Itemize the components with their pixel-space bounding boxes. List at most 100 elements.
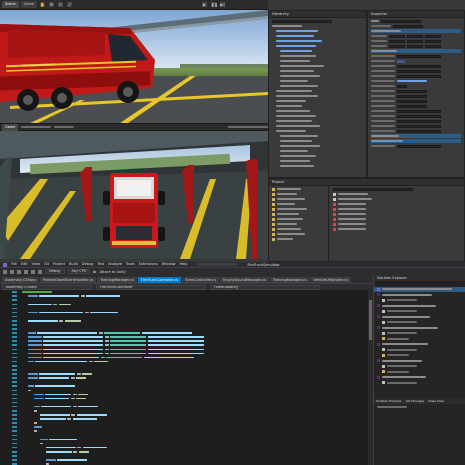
- menu-git[interactable]: Git: [44, 262, 49, 267]
- hierarchy-item[interactable]: [272, 114, 363, 118]
- menu-debug[interactable]: Debug: [82, 262, 94, 267]
- physical-camera-toggle[interactable]: [397, 84, 407, 88]
- folder-item[interactable]: [272, 222, 325, 226]
- occlusion-culling-toggle[interactable]: [397, 119, 441, 123]
- move-tool-icon[interactable]: ✥: [48, 1, 56, 8]
- camera-header[interactable]: [371, 50, 397, 52]
- display-dropdown[interactable]: [21, 126, 52, 128]
- scale-tool-icon[interactable]: ⤢: [66, 1, 74, 8]
- viewport-rect[interactable]: [397, 99, 427, 103]
- hierarchy-item[interactable]: [272, 34, 363, 38]
- save-all-icon[interactable]: [24, 269, 28, 274]
- step-button[interactable]: ▶|: [219, 1, 226, 8]
- hierarchy-item[interactable]: [272, 129, 363, 133]
- hierarchy-item[interactable]: [272, 99, 363, 103]
- hierarchy-item[interactable]: [272, 164, 363, 168]
- nav-member-dropdown[interactable]: FixedUpdate(): [210, 284, 320, 290]
- file-item[interactable]: [333, 192, 461, 196]
- hierarchy-item[interactable]: [272, 89, 363, 93]
- hierarchy-item[interactable]: [272, 139, 363, 143]
- hierarchy-item[interactable]: [272, 24, 363, 28]
- folder-item[interactable]: [272, 237, 325, 241]
- menu-test[interactable]: Test: [97, 262, 104, 267]
- hierarchy-item[interactable]: [272, 29, 363, 33]
- hierarchy-item[interactable]: [272, 59, 363, 63]
- pause-button[interactable]: ❚❚: [210, 1, 218, 8]
- hierarchy-item[interactable]: [272, 54, 363, 58]
- file-item[interactable]: [333, 212, 461, 216]
- audio-listener-header[interactable]: [371, 135, 399, 137]
- platform-dropdown[interactable]: Any CPU: [67, 269, 91, 274]
- clipping-near[interactable]: [397, 89, 427, 93]
- menu-analyze[interactable]: Analyze: [108, 262, 122, 267]
- msaa-dropdown[interactable]: [397, 129, 441, 133]
- hierarchy-item[interactable]: [272, 74, 363, 78]
- file-item[interactable]: [333, 222, 461, 226]
- tab-game[interactable]: Game: [20, 1, 38, 8]
- undo-icon[interactable]: [31, 269, 35, 274]
- menu-tools[interactable]: Tools: [126, 262, 135, 267]
- background-color-swatch[interactable]: [397, 59, 405, 63]
- redo-icon[interactable]: [38, 269, 42, 274]
- hierarchy-item[interactable]: [272, 144, 363, 148]
- folder-item[interactable]: [272, 197, 325, 201]
- back-icon[interactable]: [3, 269, 7, 274]
- project-search[interactable]: [333, 187, 413, 191]
- file-item[interactable]: [333, 197, 461, 201]
- folder-item[interactable]: [272, 202, 325, 206]
- transform-header[interactable]: [371, 30, 401, 32]
- menu-project[interactable]: Project: [53, 262, 65, 267]
- tab-game-lower[interactable]: Game: [2, 123, 19, 131]
- nav-project-dropdown[interactable]: Assembly-CSharp: [2, 284, 92, 290]
- file-item[interactable]: [333, 207, 461, 211]
- scrollbar-thumb[interactable]: [369, 300, 372, 340]
- hierarchy-item[interactable]: [272, 119, 363, 123]
- depth-field[interactable]: [397, 104, 427, 108]
- solution-search[interactable]: [377, 282, 457, 286]
- position-z[interactable]: [425, 34, 441, 38]
- folder-item[interactable]: [272, 187, 325, 191]
- menu-file[interactable]: File: [11, 262, 17, 267]
- tag-dropdown[interactable]: [393, 24, 423, 28]
- folder-item[interactable]: [272, 207, 325, 211]
- rendering-path-dropdown[interactable]: [397, 109, 441, 113]
- clipping-far[interactable]: [397, 94, 427, 98]
- menu-edit[interactable]: Edit: [21, 262, 28, 267]
- tab-scene[interactable]: Scene: [2, 1, 19, 8]
- code-editor[interactable]: [0, 290, 373, 465]
- folder-item[interactable]: [272, 217, 325, 221]
- folder-item[interactable]: [272, 192, 325, 196]
- culling-mask-dropdown[interactable]: [397, 64, 441, 68]
- fov-axis-dropdown[interactable]: [397, 74, 441, 78]
- projection-dropdown[interactable]: [397, 69, 441, 73]
- folder-item[interactable]: [272, 232, 325, 236]
- target-texture-field[interactable]: [397, 114, 441, 118]
- hierarchy-item[interactable]: [272, 124, 363, 128]
- hierarchy-item[interactable]: [272, 79, 363, 83]
- file-item[interactable]: [333, 202, 461, 206]
- hierarchy-item[interactable]: [272, 44, 363, 48]
- hierarchy-search[interactable]: [272, 19, 332, 23]
- hierarchy-item[interactable]: [272, 94, 363, 98]
- file-item[interactable]: [333, 217, 461, 221]
- nav-type-dropdown[interactable]: FireTruckController: [96, 284, 206, 290]
- hdr-dropdown[interactable]: [397, 124, 441, 128]
- clear-flags-dropdown[interactable]: [397, 54, 441, 58]
- attach-unity-button[interactable]: Attach to Unity: [100, 270, 126, 274]
- object-name-field[interactable]: [381, 19, 421, 23]
- hierarchy-item[interactable]: [272, 49, 363, 53]
- forward-icon[interactable]: [10, 269, 14, 274]
- rotation-x[interactable]: [389, 39, 405, 43]
- save-icon[interactable]: [17, 269, 21, 274]
- rotation-y[interactable]: [407, 39, 423, 43]
- tab-class-view[interactable]: Class View: [428, 399, 444, 403]
- tab-git-changes[interactable]: Git Changes: [406, 399, 424, 403]
- play-button[interactable]: ▶: [201, 1, 208, 8]
- menu-help[interactable]: Help: [179, 262, 187, 267]
- hierarchy-item[interactable]: [272, 149, 363, 153]
- scale-x[interactable]: [389, 44, 405, 48]
- hierarchy-item[interactable]: [272, 69, 363, 73]
- game-view-top[interactable]: [0, 131, 268, 259]
- menu-window[interactable]: Window: [162, 262, 176, 267]
- vs-search-box[interactable]: [197, 263, 238, 266]
